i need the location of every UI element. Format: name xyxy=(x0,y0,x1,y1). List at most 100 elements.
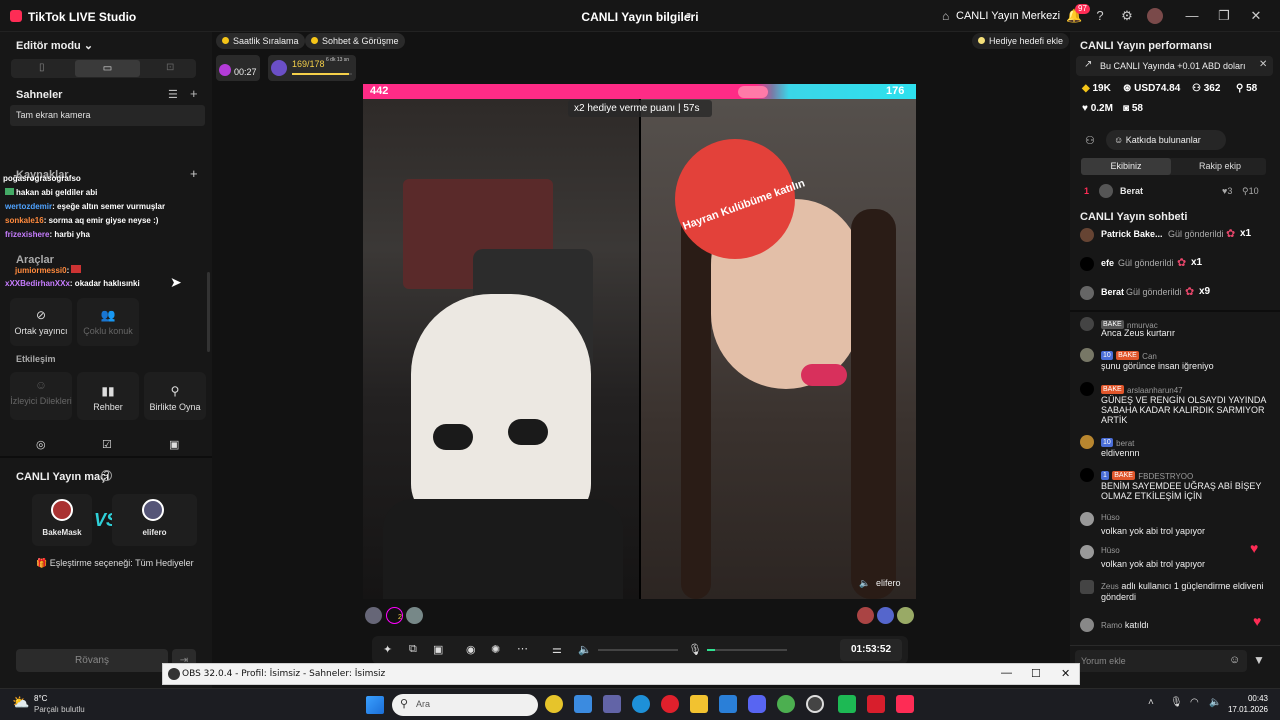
multi-guest-button[interactable]: 👥 Çoklu konuk xyxy=(77,298,139,346)
skull-mask xyxy=(411,294,591,524)
close-button[interactable]: ✕ xyxy=(1061,667,1070,680)
live-info-title[interactable]: CANLI Yayın bilgileri xyxy=(560,10,720,24)
play-together-button[interactable]: ⚲ Birlikte Oyna xyxy=(144,372,206,420)
right-panel: CANLI Yayın performansı ↗ Bu CANLI Yayın… xyxy=(1070,32,1280,688)
list-icon[interactable]: ☰ xyxy=(168,88,178,101)
viewer-requests-button[interactable]: ☺ İzleyici Dilekleri xyxy=(10,372,72,420)
level-badge: 10 xyxy=(1101,438,1113,448)
contributors-button[interactable]: ☺ Katkıda bulunanlar xyxy=(1106,130,1226,150)
chrome2-icon[interactable] xyxy=(777,695,795,713)
avatar[interactable] xyxy=(1147,8,1163,24)
mail-icon[interactable] xyxy=(719,695,737,713)
editor-mode-label[interactable]: Editör modu ⌄ xyxy=(16,39,93,52)
info-icon[interactable]: ? xyxy=(101,470,112,481)
filter-icon[interactable]: ▼ xyxy=(1253,653,1265,667)
match-title: CANLI Yayın maçı xyxy=(16,471,110,483)
target-icon[interactable]: ◎ xyxy=(36,438,46,451)
rotate-icon[interactable]: ⊡ xyxy=(166,62,174,73)
avatar[interactable] xyxy=(857,607,874,624)
record-icon[interactable]: ◉ xyxy=(466,643,476,656)
chat-text: Zeus adlı kullanıcı 1 güçlendirme eldive… xyxy=(1101,581,1264,602)
divider xyxy=(0,456,212,458)
obs-window[interactable]: OBS 32.0.4 - Profil: İsimsiz - Sahneler:… xyxy=(162,663,1080,685)
chevron-up-icon[interactable]: ˄ xyxy=(1148,697,1154,708)
checklist-icon[interactable]: ☑ xyxy=(102,438,112,451)
mask-eye xyxy=(508,419,548,445)
magic-wand-icon[interactable]: ✦ xyxy=(383,643,392,656)
opera-icon[interactable] xyxy=(661,695,679,713)
hourly-ranking-chip[interactable]: Saatlik Sıralama xyxy=(216,33,305,49)
layout-icon[interactable]: ⧉ xyxy=(409,643,417,656)
discord-icon[interactable] xyxy=(748,695,766,713)
start-icon[interactable] xyxy=(366,696,384,714)
chevron-down-icon: ⌄ xyxy=(83,40,94,52)
avatar xyxy=(1080,618,1094,632)
maximize-button[interactable]: ☐ xyxy=(1031,667,1041,680)
co-host-button[interactable]: ⊘ Ortak yayıncı xyxy=(10,298,72,346)
search-box[interactable]: ⚲ Ara xyxy=(392,694,538,716)
youtube-icon[interactable] xyxy=(867,695,885,713)
microphone-icon[interactable]: 🎙 xyxy=(1170,697,1183,708)
wifi-icon[interactable]: ◠ xyxy=(1190,697,1199,708)
avatar[interactable] xyxy=(877,607,894,624)
close-button[interactable]: ✕ xyxy=(1248,8,1264,24)
home-icon: ⌂ xyxy=(942,9,950,23)
guide-button[interactable]: ▮▮ Rehber xyxy=(77,372,139,420)
microphone-icon[interactable]: 🎙 xyxy=(688,643,702,656)
stat-diamonds: ◆ 19K xyxy=(1082,83,1111,94)
avatar[interactable] xyxy=(897,607,914,624)
store-icon[interactable] xyxy=(574,695,592,713)
fan-badge: BAKE xyxy=(1101,385,1124,395)
effects-icon[interactable]: ✺ xyxy=(491,643,500,656)
volume-slider[interactable] xyxy=(598,649,678,651)
emoji-icon[interactable]: ☺ xyxy=(1229,654,1240,666)
box-icon[interactable]: ▣ xyxy=(169,438,179,451)
comment-field[interactable]: Yorum ekle ☺ xyxy=(1075,650,1247,672)
gift-goal-chip[interactable]: Hediye hedefi ekle xyxy=(972,33,1070,49)
gift-row: efe Gül gönderildi ✿ x1 xyxy=(1080,255,1275,273)
scrollbar[interactable] xyxy=(207,272,210,352)
clock-time[interactable]: 00:43 xyxy=(1236,694,1268,703)
landscape-option[interactable]: ▭ xyxy=(75,60,140,77)
clock-date[interactable]: 17.01.2026 xyxy=(1226,705,1268,714)
mic-slider[interactable] xyxy=(707,649,787,651)
gear-icon[interactable]: ⚙ xyxy=(1119,8,1135,24)
live-center-link[interactable]: CANLI Yayın Merkezi xyxy=(956,10,1060,22)
edge-icon[interactable] xyxy=(632,695,650,713)
rematch-button[interactable]: Rövanş xyxy=(16,649,168,672)
level-badge: 1 xyxy=(1101,471,1109,481)
more-icon[interactable]: ⋯ xyxy=(517,642,528,655)
bulb-icon xyxy=(978,37,985,44)
match-option[interactable]: 🎁 Eşleştirme seçeneği: Tüm Hediyeler xyxy=(36,558,194,569)
portrait-icon[interactable]: ▯ xyxy=(39,62,45,73)
add-icon[interactable]: + xyxy=(190,86,198,101)
close-icon[interactable]: ✕ xyxy=(1259,59,1267,70)
volume-icon[interactable]: 🔈 xyxy=(578,643,592,656)
volume-icon[interactable]: 🔈 xyxy=(1209,697,1221,708)
minimize-button[interactable]: — xyxy=(1184,8,1200,24)
settings-sliders-icon[interactable]: ⚌ xyxy=(552,643,562,656)
avatar[interactable] xyxy=(1099,184,1113,198)
add-user-icon[interactable]: ⚇ xyxy=(1085,134,1095,147)
tab-team[interactable]: Ekibiniz xyxy=(1081,158,1171,175)
share-icon[interactable]: ↗ xyxy=(682,9,694,23)
help-icon[interactable]: ? xyxy=(1092,8,1108,24)
maximize-button[interactable]: ❐ xyxy=(1216,8,1232,24)
player2-name: elifero xyxy=(142,528,167,537)
speaker-icon[interactable]: 🔈 xyxy=(859,578,870,589)
scene-item[interactable]: Tam ekran kamera xyxy=(10,105,205,126)
minimize-button[interactable]: — xyxy=(1001,667,1012,679)
avatar xyxy=(1080,228,1094,242)
search-icon: ⚲ xyxy=(400,698,409,710)
avatar[interactable] xyxy=(365,607,382,624)
teams-icon[interactable] xyxy=(603,695,621,713)
obs-taskbar-icon[interactable] xyxy=(806,695,824,713)
tiktok-icon[interactable] xyxy=(896,695,914,713)
chrome-icon[interactable] xyxy=(545,695,563,713)
chat-meet-chip[interactable]: Sohbet & Görüşme xyxy=(305,33,405,49)
app-icon[interactable] xyxy=(838,695,856,713)
avatar[interactable] xyxy=(406,607,423,624)
screen-icon[interactable]: ▣ xyxy=(433,643,443,656)
tab-rival[interactable]: Rakip ekip xyxy=(1175,158,1265,175)
folder-icon[interactable] xyxy=(690,695,708,713)
